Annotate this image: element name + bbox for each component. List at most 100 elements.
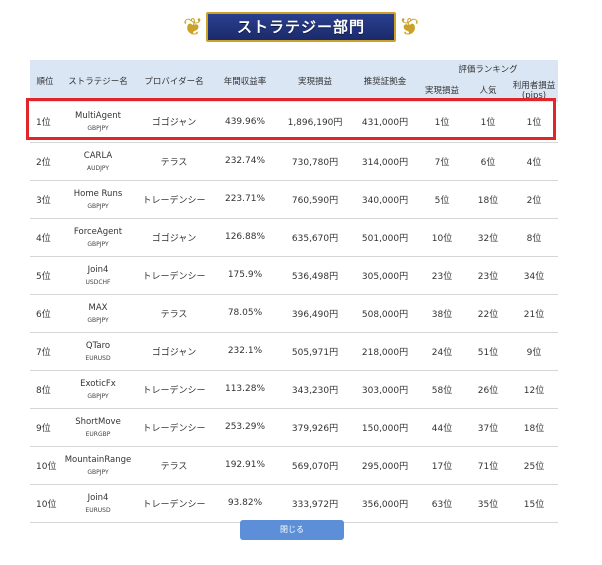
laurel-right-icon: ❦	[398, 13, 420, 41]
provider-cell: ゴゴジャン	[136, 102, 212, 143]
annual-return-cell: 93.82%	[212, 484, 278, 523]
currency-pair: EURUSD	[85, 506, 111, 514]
rating-realized-cell: 58位	[418, 370, 466, 409]
strategy-cell: MAX GBPJPY	[60, 294, 136, 333]
rating-realized-cell: 44位	[418, 408, 466, 447]
rating-user-pl-cell: 34位	[510, 256, 559, 295]
rank-cell: 10位	[30, 484, 60, 523]
recommended-margin-cell: 314,000円	[352, 142, 418, 181]
table-row: 2位 CARLA AUDJPY テラス 232.74% 730,780円 314,000円 7…	[30, 142, 559, 181]
rating-popularity-cell: 35位	[466, 484, 510, 523]
provider-cell: テラス	[136, 294, 212, 333]
currency-pair: EURUSD	[85, 354, 111, 362]
table-row: 4位 ForceAgent GBPJPY ゴゴジャン 126.88% 635,670円 50…	[30, 218, 559, 257]
annual-return-cell: 253.29%	[212, 408, 278, 447]
rank-cell: 10位	[30, 446, 60, 485]
realized-pl-cell: 536,498円	[278, 256, 352, 295]
rating-realized-cell: 17位	[418, 446, 466, 485]
rating-realized-cell: 38位	[418, 294, 466, 333]
recommended-margin-cell: 303,000円	[352, 370, 418, 409]
ranking-table: 順位 ストラテジー名 プロバイダー名 年間収益率 実現損益 推奨証拠金 評価ラン…	[30, 60, 559, 523]
rank-cell: 4位	[30, 218, 60, 257]
annual-return-cell: 78.05%	[212, 294, 278, 333]
table-row: 5位 Join4 USDCHF トレーデンシー 175.9% 536,498円 305,00…	[30, 256, 559, 295]
currency-pair: AUDJPY	[86, 164, 110, 172]
strategy-name: MAX	[88, 302, 108, 313]
rank-cell: 5位	[30, 256, 60, 295]
recommended-margin-cell: 356,000円	[352, 484, 418, 523]
strategy-name: ShortMove	[75, 416, 121, 427]
header-realized-pl: 実現損益	[278, 60, 352, 102]
provider-cell: トレーデンシー	[136, 408, 212, 447]
table-row: 6位 MAX GBPJPY テラス 78.05% 396,490円 508,000円 38位 2…	[30, 294, 559, 333]
header-annual-return: 年間収益率	[212, 60, 278, 102]
laurel-left-icon: ❦	[182, 13, 204, 41]
annual-return-cell: 126.88%	[212, 218, 278, 257]
annual-return-cell: 232.74%	[212, 142, 278, 181]
annual-return-cell: 175.9%	[212, 256, 278, 295]
realized-pl-cell: 1,896,190円	[278, 102, 352, 143]
currency-pair: GBPJPY	[87, 202, 109, 210]
table-row: 10位 Join4 EURUSD トレーデンシー 93.82% 333,972円 356,0…	[30, 484, 559, 523]
realized-pl-cell: 379,926円	[278, 408, 352, 447]
header-rating-user-pl-label: 利用者損益	[512, 81, 556, 91]
header-rating-popularity: 人気	[466, 78, 510, 102]
annual-return-cell: 439.96%	[212, 102, 278, 143]
provider-cell: ゴゴジャン	[136, 218, 212, 257]
strategy-cell: ForceAgent GBPJPY	[60, 218, 136, 257]
rating-realized-cell: 10位	[418, 218, 466, 257]
rank-cell: 7位	[30, 332, 60, 371]
rank-cell: 3位	[30, 180, 60, 219]
strategy-name: ForceAgent	[73, 226, 123, 237]
header-rating-user-pl: 利用者損益 (pips)	[510, 78, 559, 102]
currency-pair: GBPJPY	[87, 240, 109, 248]
realized-pl-cell: 635,670円	[278, 218, 352, 257]
realized-pl-cell: 333,972円	[278, 484, 352, 523]
strategy-cell: ShortMove EURGBP	[60, 408, 136, 447]
realized-pl-cell: 569,070円	[278, 446, 352, 485]
recommended-margin-cell: 501,000円	[352, 218, 418, 257]
currency-pair: EURGBP	[85, 430, 111, 438]
header-rank: 順位	[30, 60, 60, 102]
rating-popularity-cell: 26位	[466, 370, 510, 409]
rating-user-pl-cell: 4位	[510, 142, 559, 181]
rating-user-pl-cell: 8位	[510, 218, 559, 257]
currency-pair: USDCHF	[85, 278, 111, 286]
rating-realized-cell: 5位	[418, 180, 466, 219]
provider-cell: トレーデンシー	[136, 484, 212, 523]
rating-realized-cell: 1位	[418, 102, 466, 143]
rank-cell: 6位	[30, 294, 60, 333]
rating-user-pl-cell: 25位	[510, 446, 559, 485]
currency-pair: GBPJPY	[87, 468, 109, 476]
rating-popularity-cell: 32位	[466, 218, 510, 257]
rating-popularity-cell: 51位	[466, 332, 510, 371]
table-row: 8位 ExoticFx GBPJPY トレーデンシー 113.28% 343,230円 30…	[30, 370, 559, 409]
rating-popularity-cell: 37位	[466, 408, 510, 447]
rating-popularity-cell: 18位	[466, 180, 510, 219]
rating-user-pl-cell: 1位	[510, 102, 559, 143]
header-strategy: ストラテジー名	[60, 60, 136, 102]
strategy-cell: Join4 EURUSD	[60, 484, 136, 523]
strategy-name: ExoticFx	[80, 378, 116, 389]
strategy-name: MultiAgent	[75, 111, 121, 122]
recommended-margin-cell: 508,000円	[352, 294, 418, 333]
provider-cell: テラス	[136, 446, 212, 485]
rating-popularity-cell: 23位	[466, 256, 510, 295]
rating-user-pl-cell: 2位	[510, 180, 559, 219]
rating-realized-cell: 24位	[418, 332, 466, 371]
table-row: 10位 MountainRange GBPJPY テラス 192.91% 569,070円…	[30, 446, 559, 485]
recommended-margin-cell: 431,000円	[352, 102, 418, 143]
currency-pair: GBPJPY	[87, 125, 109, 133]
provider-cell: トレーデンシー	[136, 256, 212, 295]
strategy-name: MountainRange	[64, 454, 132, 465]
realized-pl-cell: 505,971円	[278, 332, 352, 371]
provider-cell: トレーデンシー	[136, 370, 212, 409]
strategy-name: Home Runs	[73, 188, 123, 199]
strategy-name: QTaro	[85, 340, 111, 351]
provider-cell: ゴゴジャン	[136, 332, 212, 371]
close-button[interactable]: 閉じる	[240, 520, 344, 540]
currency-pair: GBPJPY	[87, 316, 109, 324]
header-recommended-margin: 推奨証拠金	[352, 60, 418, 102]
header-provider: プロバイダー名	[136, 60, 212, 102]
rating-popularity-cell: 22位	[466, 294, 510, 333]
